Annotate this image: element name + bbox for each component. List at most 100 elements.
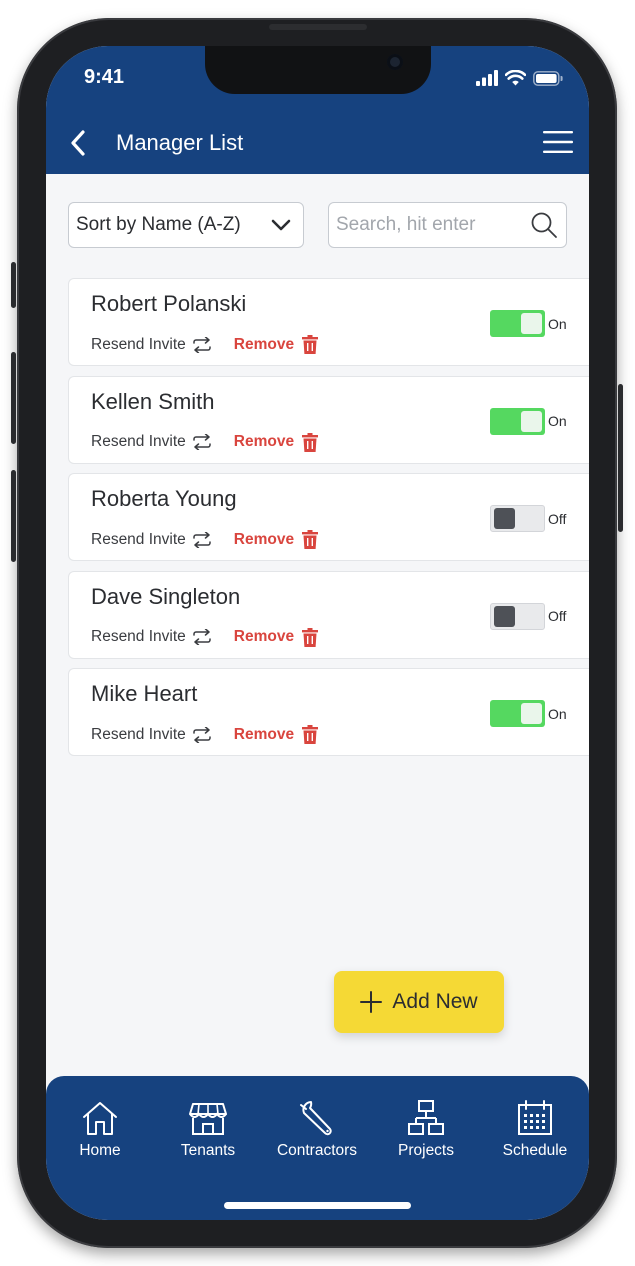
top-bar: 9:41 Manager List: [46, 46, 589, 174]
tab-tenants-label: Tenants: [180, 1142, 236, 1159]
manager-card: Robert Polanski Resend Invite Remove On: [68, 278, 589, 366]
back-button[interactable]: [66, 128, 90, 158]
swap-arrows-icon: [193, 629, 211, 645]
trash-icon: [302, 627, 319, 647]
swap-arrows-icon: [193, 726, 211, 743]
volume-down-button: [11, 470, 16, 562]
hamburger-menu-icon: [543, 131, 573, 153]
toggle-status-label: On: [548, 705, 567, 722]
resend-invite-button[interactable]: Resend Invite: [91, 628, 212, 646]
resend-invite-label: Resend Invite: [91, 628, 186, 645]
swap-arrows-icon: [193, 434, 211, 450]
bottom-tab-bar: Home Tenants Contractors Projects Schedu…: [46, 1076, 589, 1220]
storefront-icon: [189, 1103, 227, 1135]
search-icon[interactable]: [530, 211, 558, 239]
remove-button[interactable]: Remove: [233, 725, 319, 744]
manager-name: Mike Heart: [91, 681, 198, 706]
resend-invite-button[interactable]: Resend Invite: [91, 726, 212, 744]
status-time: 9:41: [84, 66, 125, 88]
sort-dropdown[interactable]: Sort by Name (A-Z): [68, 202, 304, 248]
chevron-down-icon: [271, 219, 291, 231]
manager-card: Kellen Smith Resend Invite Remove On: [68, 375, 589, 464]
tab-projects-label: Projects: [398, 1142, 454, 1159]
menu-button[interactable]: [543, 130, 573, 154]
toggle-status-label: Off: [548, 608, 567, 624]
resend-invite-label: Resend Invite: [91, 530, 186, 548]
home-icon: [83, 1102, 117, 1135]
resend-invite-label: Resend Invite: [91, 725, 186, 743]
wifi-icon: [505, 70, 526, 86]
tab-contractors[interactable]: Contractors: [263, 1096, 371, 1160]
manager-name: Roberta Young: [91, 486, 237, 511]
swap-arrows-icon: [193, 336, 211, 353]
toggle-knob: [521, 703, 542, 724]
tab-schedule[interactable]: Schedule: [481, 1096, 589, 1160]
search-input[interactable]: [336, 214, 524, 236]
swap-arrows-icon: [193, 531, 211, 548]
remove-label: Remove: [233, 433, 295, 450]
remove-label: Remove: [233, 530, 295, 548]
page-title: Manager List: [116, 130, 244, 155]
tab-home[interactable]: Home: [46, 1096, 154, 1160]
toggle-status-label: On: [548, 413, 567, 429]
home-indicator[interactable]: [224, 1202, 411, 1209]
remove-button[interactable]: Remove: [233, 627, 319, 647]
remove-button[interactable]: Remove: [233, 335, 319, 354]
chevron-left-icon: [71, 130, 85, 156]
signal-icon: [476, 70, 498, 86]
manager-name: Dave Singleton: [91, 583, 241, 609]
search-field[interactable]: [328, 202, 567, 248]
sort-dropdown-label: Sort by Name (A-Z): [76, 214, 241, 235]
app-screen: 9:41 Manager List Sort by Name (A-Z) Sea…: [46, 46, 589, 1220]
status-toggle[interactable]: [490, 700, 545, 727]
status-toggle[interactable]: [490, 407, 545, 435]
toggle-knob: [494, 508, 515, 529]
status-icons: [476, 68, 563, 88]
manager-card: Roberta Young Resend Invite Remove Off: [68, 473, 589, 561]
notch: [205, 46, 431, 94]
front-camera: [387, 54, 403, 70]
remove-button[interactable]: Remove: [233, 432, 319, 452]
tab-projects[interactable]: Projects: [372, 1096, 480, 1160]
tab-home-label: Home: [79, 1142, 121, 1159]
toggle-status-label: On: [548, 315, 567, 332]
manager-card: Mike Heart Resend Invite Remove On: [68, 668, 589, 756]
battery-icon: [533, 70, 563, 86]
tab-contractors-label: Contractors: [276, 1142, 358, 1159]
status-toggle[interactable]: [490, 602, 545, 630]
manager-list: Robert Polanski Resend Invite Remove On …: [68, 278, 589, 766]
mute-switch: [11, 262, 16, 308]
trash-icon: [302, 432, 319, 452]
speaker-grille: [269, 24, 367, 30]
calendar-icon: [518, 1100, 552, 1135]
resend-invite-button[interactable]: Resend Invite: [91, 531, 212, 549]
remove-button[interactable]: Remove: [233, 530, 319, 549]
sitemap-icon: [408, 1100, 444, 1135]
resend-invite-button[interactable]: Resend Invite: [91, 336, 212, 354]
resend-invite-label: Resend Invite: [91, 433, 186, 450]
add-new-label: Add New: [392, 990, 478, 1013]
status-toggle[interactable]: [490, 505, 545, 532]
toggle-knob: [521, 313, 542, 334]
tab-tenants[interactable]: Tenants: [154, 1096, 262, 1160]
manager-name: Kellen Smith: [91, 388, 215, 414]
remove-label: Remove: [233, 628, 295, 645]
resend-invite-button[interactable]: Resend Invite: [91, 433, 212, 451]
trash-icon: [302, 335, 319, 354]
remove-label: Remove: [233, 335, 295, 353]
trash-icon: [302, 725, 319, 744]
toggle-knob: [494, 605, 515, 627]
remove-label: Remove: [233, 725, 295, 743]
tab-schedule-label: Schedule: [502, 1142, 568, 1159]
manager-name: Robert Polanski: [91, 291, 247, 316]
toggle-status-label: Off: [548, 510, 567, 527]
status-toggle[interactable]: [490, 310, 545, 337]
toggle-knob: [521, 410, 542, 432]
trash-icon: [302, 530, 319, 549]
manager-card: Dave Singleton Resend Invite Remove Off: [68, 570, 589, 659]
wrench-icon: [300, 1101, 332, 1136]
resend-invite-label: Resend Invite: [91, 335, 186, 353]
add-new-button[interactable]: Add New: [334, 971, 504, 1033]
plus-icon: [360, 991, 383, 1013]
power-button: [618, 384, 623, 532]
